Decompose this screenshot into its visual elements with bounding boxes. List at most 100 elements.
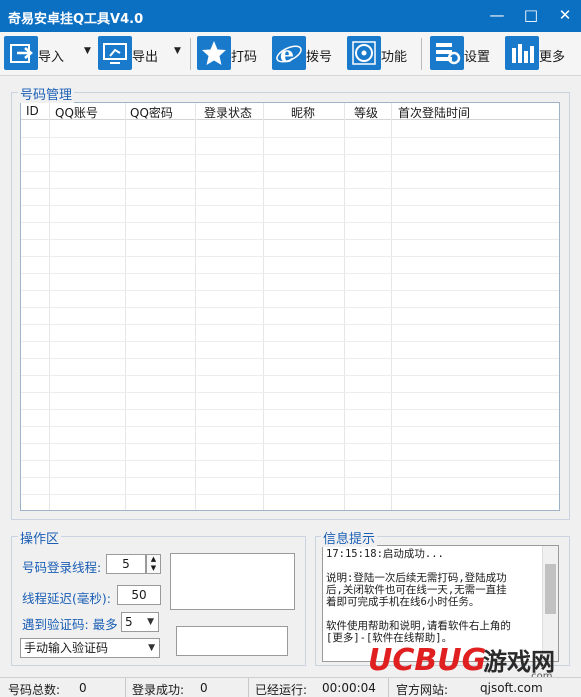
grid-row-line — [21, 222, 559, 223]
import-dropdown-arrow[interactable]: ▼ — [84, 46, 91, 56]
settings-button[interactable]: 设置 — [430, 36, 496, 70]
status-divider — [125, 678, 126, 697]
ucbug-watermark-logo: UCBUG 游戏网 .com — [368, 636, 578, 682]
captcha-max-value: 5 — [125, 615, 133, 629]
column-header-qq-account[interactable]: QQ账号 — [55, 104, 98, 121]
close-button[interactable]: ✕ — [553, 6, 577, 26]
threads-input[interactable]: 5 — [106, 554, 146, 574]
operations-group-title: 操作区 — [18, 528, 62, 547]
star-icon — [197, 36, 231, 70]
restore-button[interactable]: □ — [519, 6, 543, 26]
dial-label: 拨号 — [306, 50, 333, 65]
column-header-qq-password[interactable]: QQ密码 — [130, 104, 173, 121]
grid-row-line — [21, 460, 559, 461]
export-dropdown-arrow[interactable]: ▼ — [174, 46, 181, 56]
accounts-group-title: 号码管理 — [18, 84, 75, 103]
success-count: 0 — [200, 681, 208, 695]
grid-row-line — [21, 324, 559, 325]
status-bar: 号码总数: 0 登录成功: 0 已经运行: 00:00:04 官方网站: qjs… — [0, 677, 581, 697]
chevron-down-icon: ▼ — [148, 643, 155, 653]
toolbar-separator — [190, 38, 191, 70]
minimize-button[interactable]: — — [485, 6, 509, 26]
grid-row-line — [21, 205, 559, 206]
grid-row-line — [21, 137, 559, 138]
grid-row-line — [21, 341, 559, 342]
dama-button[interactable]: 打码 — [197, 36, 263, 70]
svg-text:UCBUG: UCBUG — [368, 643, 486, 678]
grid-row-line — [21, 426, 559, 427]
grid-column-line — [559, 103, 560, 511]
column-header-level[interactable]: 等级 — [354, 104, 378, 121]
toolbar-separator — [421, 38, 422, 70]
captcha-image-box — [170, 553, 295, 610]
dama-label: 打码 — [231, 50, 258, 65]
grid-row-line — [21, 273, 559, 274]
import-icon — [4, 36, 38, 70]
log-line: 软件使用帮助和说明,请看软件右上角的 — [326, 620, 511, 632]
column-header-first-login[interactable]: 首次登陆时间 — [398, 104, 470, 121]
import-label: 导入 — [38, 50, 65, 65]
website-link[interactable]: qjsoft.com — [480, 681, 543, 695]
grid-row-line — [21, 239, 559, 240]
column-header-id[interactable]: ID — [26, 104, 39, 118]
total-label: 号码总数: — [8, 683, 61, 697]
column-header-login-status[interactable]: 登录状态 — [204, 104, 252, 121]
grid-row-line — [21, 188, 559, 189]
import-button[interactable]: 导入 ▼ — [4, 36, 94, 70]
toolbar: 导入 ▼ 导出 ▼ 打码 e 拨号 功能 设置 更多 — [0, 32, 581, 76]
captcha-max-select[interactable]: 5 ▼ — [121, 612, 159, 632]
grid-row-line — [21, 154, 559, 155]
title-bar: 奇易安卓挂Q工具V4.0 — □ ✕ — [0, 0, 581, 32]
status-divider — [248, 678, 249, 697]
more-label: 更多 — [539, 50, 566, 65]
total-count: 0 — [79, 681, 87, 695]
grid-row-line — [21, 171, 559, 172]
svg-text:e: e — [280, 42, 294, 68]
delay-label: 线程延迟(毫秒): — [22, 591, 111, 606]
log-line: 着即可完成手机在线6小时任务。 — [326, 596, 480, 608]
settings-label: 设置 — [464, 50, 491, 65]
bar-chart-icon — [505, 36, 539, 70]
grid-row-line — [21, 375, 559, 376]
grid-row-line — [21, 307, 559, 308]
window-title: 奇易安卓挂Q工具V4.0 — [8, 12, 144, 27]
delay-input[interactable]: 50 — [117, 585, 161, 605]
captcha-mode-select[interactable]: 手动输入验证码 ▼ — [20, 638, 160, 658]
info-group-title: 信息提示 — [321, 528, 378, 547]
log-line: 说明:登陆一次后续无需打码,登陆成功 — [326, 572, 507, 584]
grid-row-line — [21, 494, 559, 495]
status-divider — [388, 678, 389, 697]
browser-icon: e — [272, 36, 306, 70]
disc-icon — [347, 36, 381, 70]
grid-row-line — [21, 256, 559, 257]
grid-row-line — [21, 443, 559, 444]
log-line: 后,关闭软件也可在线一天,无需一直挂 — [326, 584, 507, 596]
runtime-label: 已经运行: — [255, 683, 308, 697]
grid-row-line — [21, 290, 559, 291]
grid-row-line — [21, 409, 559, 410]
captcha-label: 遇到验证码: 最多 — [22, 617, 118, 632]
log-line: 17:15:18:启动成功... — [326, 548, 444, 560]
accounts-table[interactable]: ID QQ账号 QQ密码 登录状态 昵称 等级 首次登陆时间 — [20, 102, 560, 511]
export-icon — [98, 36, 132, 70]
column-header-nickname[interactable]: 昵称 — [291, 104, 315, 121]
captcha-mode-value: 手动输入验证码 — [24, 641, 109, 655]
threads-spinner[interactable]: ▲ ▼ — [146, 554, 161, 574]
export-button[interactable]: 导出 ▼ — [98, 36, 186, 70]
features-button[interactable]: 功能 — [347, 36, 413, 70]
success-label: 登录成功: — [132, 683, 185, 697]
table-header: ID QQ账号 QQ密码 登录状态 昵称 等级 首次登陆时间 — [21, 103, 559, 121]
settings-icon — [430, 36, 464, 70]
website-label: 官方网站: — [396, 683, 449, 697]
runtime-value: 00:00:04 — [322, 681, 376, 695]
chevron-down-icon: ▼ — [147, 617, 154, 627]
grid-row-line — [21, 392, 559, 393]
more-button[interactable]: 更多 — [505, 36, 567, 70]
captcha-code-input[interactable] — [176, 626, 288, 656]
export-label: 导出 — [132, 50, 159, 65]
dial-button[interactable]: e 拨号 — [272, 36, 338, 70]
features-label: 功能 — [381, 50, 408, 65]
scrollbar-thumb[interactable] — [545, 564, 556, 614]
grid-row-line — [21, 358, 559, 359]
grid-row-line — [21, 477, 559, 478]
